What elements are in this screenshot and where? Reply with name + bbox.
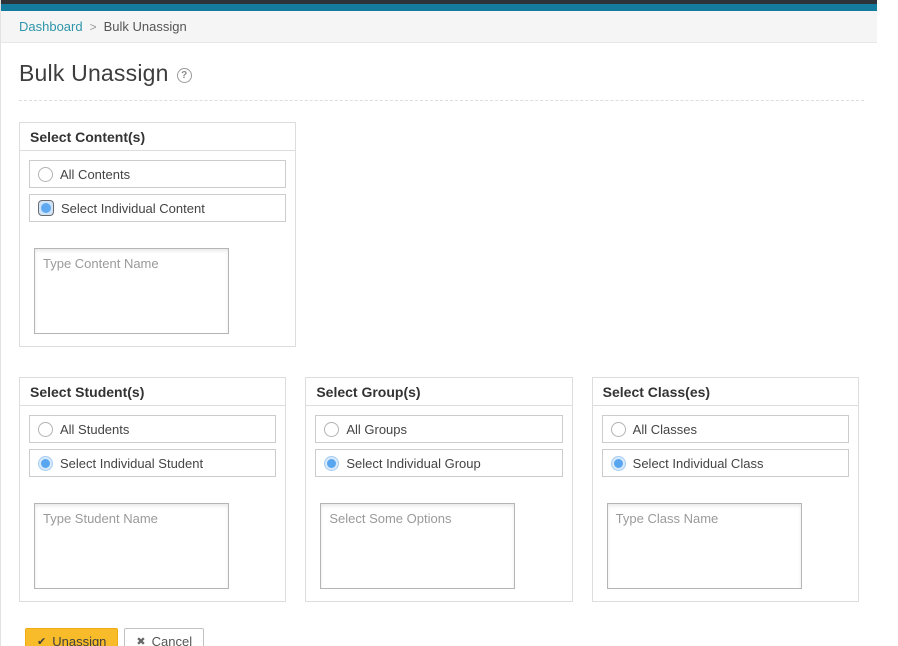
radio-option-label: Select Individual Content (61, 201, 205, 216)
check-icon: ✔ (37, 635, 46, 646)
panel-select-contents-body: All Contents Select Individual Content (20, 151, 295, 346)
panel-select-groups: Select Group(s) All Groups Select Indivi… (305, 377, 572, 602)
radio-unselected-icon[interactable] (324, 422, 339, 437)
radio-selected-icon[interactable] (324, 456, 339, 471)
radio-option-select-individual-student[interactable]: Select Individual Student (29, 449, 276, 477)
panel-select-contents: Select Content(s) All Contents Select In… (19, 122, 296, 347)
top-teal-bar (1, 4, 877, 11)
radio-option-label: All Contents (60, 167, 130, 182)
panel-select-classes-title: Select Class(es) (593, 378, 858, 406)
radio-option-label: All Groups (346, 422, 407, 437)
radio-selected-icon[interactable] (611, 456, 626, 471)
panel-select-students: Select Student(s) All Students Select In… (19, 377, 286, 602)
radio-option-select-individual-group[interactable]: Select Individual Group (315, 449, 562, 477)
radio-option-label: Select Individual Student (60, 456, 203, 471)
help-icon[interactable]: ? (177, 68, 192, 83)
radio-option-label: All Students (60, 422, 129, 437)
panel-select-groups-body: All Groups Select Individual Group (306, 406, 571, 601)
radio-unselected-icon[interactable] (38, 167, 53, 182)
radio-option-label: All Classes (633, 422, 697, 437)
content-area: Select Content(s) All Contents Select In… (1, 122, 877, 646)
radio-unselected-icon[interactable] (38, 422, 53, 437)
cancel-button-label: Cancel (152, 634, 192, 646)
cancel-button[interactable]: ✖ Cancel (124, 628, 204, 646)
radio-selected-icon[interactable] (38, 200, 54, 216)
radio-option-all-contents[interactable]: All Contents (29, 160, 286, 188)
panel-row: Select Student(s) All Students Select In… (19, 377, 859, 602)
breadcrumb-link-dashboard[interactable]: Dashboard (19, 19, 83, 34)
radio-option-select-individual-class[interactable]: Select Individual Class (602, 449, 849, 477)
unassign-button[interactable]: ✔ Unassign (25, 628, 118, 646)
radio-unselected-icon[interactable] (611, 422, 626, 437)
radio-option-select-individual-content[interactable]: Select Individual Content (29, 194, 286, 222)
panel-select-classes: Select Class(es) All Classes Select Indi… (592, 377, 859, 602)
class-name-input[interactable] (607, 503, 802, 589)
radio-option-all-classes[interactable]: All Classes (602, 415, 849, 443)
panel-select-groups-title: Select Group(s) (306, 378, 571, 406)
page: Dashboard > Bulk Unassign Bulk Unassign … (0, 0, 877, 646)
panel-select-students-title: Select Student(s) (20, 378, 285, 406)
actions-row: ✔ Unassign ✖ Cancel (25, 628, 859, 646)
radio-selected-icon[interactable] (38, 456, 53, 471)
unassign-button-label: Unassign (52, 634, 106, 646)
panel-select-contents-title: Select Content(s) (20, 123, 295, 151)
radio-option-label: Select Individual Group (346, 456, 480, 471)
radio-option-all-students[interactable]: All Students (29, 415, 276, 443)
content-name-input[interactable] (34, 248, 229, 334)
page-title: Bulk Unassign (19, 60, 169, 87)
radio-option-label: Select Individual Class (633, 456, 764, 471)
x-icon: ✖ (136, 635, 145, 646)
group-select-input[interactable] (320, 503, 515, 589)
panel-select-classes-body: All Classes Select Individual Class (593, 406, 858, 601)
student-name-input[interactable] (34, 503, 229, 589)
breadcrumb: Dashboard > Bulk Unassign (1, 11, 877, 43)
breadcrumb-separator: > (90, 20, 97, 34)
divider (19, 100, 864, 101)
panel-select-students-body: All Students Select Individual Student (20, 406, 285, 601)
title-row: Bulk Unassign ? (1, 43, 877, 100)
breadcrumb-current: Bulk Unassign (104, 19, 187, 34)
radio-option-all-groups[interactable]: All Groups (315, 415, 562, 443)
